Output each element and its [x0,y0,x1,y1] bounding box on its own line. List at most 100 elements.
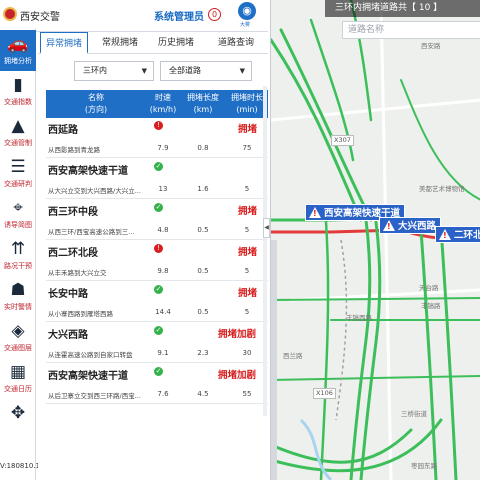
length-value: 0.5 [197,308,209,316]
map-label-museum: 美都艺术博物馆 [419,185,465,193]
road-direction: 从西三环/西宝高速公路到三... [48,228,135,236]
road-direction: 从连霍高速公路到自家口转盘 [48,351,133,359]
map-label-zaoyuan: 枣园东路 [411,462,437,470]
nav-item-7[interactable]: ◈ 交通图层 [0,317,36,358]
nav-item-label: 诱导简图 [4,221,32,229]
ring-select-value: 三环内 [83,66,107,75]
table-row[interactable]: 西安高架快速干道 从后卫寨立交到西三环路/西宝... ✓ 拥堵加剧 7.6 4.5 55 [46,364,268,404]
map-label-x307: X307 [331,135,354,146]
nav-item-1[interactable]: ▮ 交通指数 [0,71,36,112]
nav-item-5[interactable]: ⇈ 路况干预 [0,235,36,276]
nav-item-3[interactable]: ☰ 交通研判 [0,153,36,194]
col-length-unit: (km) [193,105,213,114]
tab-regular-jam[interactable]: 常规拥堵 [96,32,144,54]
road-direction: 从大兴立交到大兴西路/大兴立... [48,187,141,195]
nav-item-label: 交通管制 [4,139,32,147]
map-callout-daxingxilu[interactable]: 大兴西路 [379,217,442,234]
nav-item-label: 交通日历 [4,385,32,393]
nav-item-label: 路况干预 [4,262,32,270]
nav-item-0[interactable]: 🚗 拥堵分析 [0,30,36,71]
map-label-fengcheng: 丰镐路 [421,302,441,310]
traffic-cone-icon: ▲ [11,116,25,136]
road-direction: 从后卫寨立交到西三环路/西宝... [48,392,141,400]
speed-value: 13 [158,185,168,193]
map-road-search-input[interactable]: 道路名称 [342,21,480,39]
congestion-panel: 异常拥堵 常规拥堵 历史拥堵 道路查询 三环内 ▼ 全部道路 ▼ 名称 (方向)… [38,32,268,480]
nav-item-8[interactable]: ▦ 交通日历 [0,358,36,399]
duration-value: 5 [244,308,250,316]
col-duration-unit: (min) [236,105,258,114]
speed-value: 9.8 [157,267,169,275]
nav-item-2[interactable]: ▲ 交通管制 [0,112,36,153]
tab-abnormal-jam[interactable]: 异常拥堵 [40,32,88,54]
power-icon[interactable]: 0 [208,8,221,21]
warning-icon [309,207,321,218]
traffic-map[interactable]: 三环内拥堵道路共【 10 】 道路名称 X307 X106 美都艺术博物馆 丰镐… [270,0,480,480]
map-callout-erhuan-north[interactable]: 二环北段 [435,226,480,243]
table-header: 名称 (方向) 时速 (km/h) 拥堵长度 (km) 拥堵时长 (min) [46,90,268,118]
map-label-sanqiao: 三桥街道 [401,410,427,418]
road-direction: 从西影路到青龙路 [48,146,100,154]
col-duration-label: 拥堵时长 [231,93,263,102]
nav-item-label: 交通图层 [4,344,32,352]
crosshair-icon: ⌖ [13,198,23,218]
chevron-down-icon: ▼ [141,67,147,75]
duration-value: 30 [242,349,252,357]
col-speed: 时速 (km/h) [146,92,180,116]
road-direction: 从丰禾路到大兴立交 [48,269,107,277]
col-name-sub: (方向) [84,105,108,114]
nav-item-label: 实时警情 [4,303,32,311]
table-row[interactable]: 长安中路 从小寨西路到雁塔西路 ✓ 拥堵 14.4 0.5 5 [46,282,268,322]
map-label-fenghe: 丰镐西路 [346,314,372,322]
length-value: 0.5 [197,267,209,275]
road-name: 西三环中段 [48,207,98,218]
duration-value: 55 [242,390,252,398]
panel-collapse-toggle[interactable]: ◀ [263,218,270,238]
alert-icon: ! [154,244,163,253]
table-row[interactable]: 西安高架快速干道 从大兴立交到大兴西路/大兴立... ✓ 13 1.6 5 [46,159,268,199]
police-icon: ☗ [10,280,26,300]
road-type-select[interactable]: 全部道路 ▼ [160,61,252,81]
document-icon: ☰ [10,157,26,177]
col-name-label: 名称 [88,93,104,102]
length-value: 2.3 [197,349,209,357]
layers-icon: ◈ [11,321,25,341]
road-name: 西安高架快速干道 [48,371,128,382]
jam-status: 拥堵 [238,247,258,258]
length-value: 0.5 [197,226,209,234]
weather-label: 大雾 [240,22,251,28]
warning-icon [383,220,395,231]
top-bar: 西安交警 系统管理员 0 ◉ 大雾 [0,0,268,32]
jam-status: 拥堵加剧 [218,370,257,381]
nav-item-6[interactable]: ☗ 实时警情 [0,276,36,317]
nav-item-label: 拥堵分析 [4,57,32,65]
jam-status: 拥堵 [238,124,258,135]
app-root: 西安交警 系统管理员 0 ◉ 大雾 🚗 拥堵分析 ▮ 交通指数 ▲ 交通管制 ☰ 交通研判 ⌖ 诱… [0,0,480,480]
speed-value: 7.9 [157,144,169,152]
road-name: 长安中路 [48,289,88,300]
table-row[interactable]: 大兴西路 从连霍高速公路到自家口转盘 ✓ 拥堵加剧 9.1 2.3 30 [46,323,268,363]
length-value: 0.8 [197,144,209,152]
table-row[interactable]: 西二环北段 从丰禾路到大兴立交! 拥堵 9.8 0.5 5 [46,241,268,281]
admin-user-label[interactable]: 系统管理员 [154,8,204,23]
table-row[interactable]: 西三环中段 从西三环/西宝高速公路到三... ✓ 拥堵 4.8 0.5 5 [46,200,268,240]
speed-value: 9.1 [157,349,169,357]
nav-item-4[interactable]: ⌖ 诱导简图 [0,194,36,235]
road-type-select-value: 全部道路 [169,66,201,75]
length-value: 4.5 [197,390,209,398]
table-row[interactable]: 西延路 从西影路到青龙路! 拥堵 7.9 0.8 75 [46,118,268,158]
tab-history-jam[interactable]: 历史拥堵 [152,32,200,54]
warning-icon [439,229,451,240]
tab-road-query[interactable]: 道路查询 [210,32,262,54]
compass-icon: ✥ [10,403,26,423]
nav-item-9[interactable]: ✥ [0,399,36,440]
map-callout-daxingxilu-label: 大兴西路 [398,221,437,232]
police-badge-icon [3,7,17,21]
list-scrollbar[interactable] [263,86,267,416]
col-length: 拥堵长度 (km) [180,92,226,116]
globe-weather-icon[interactable]: ◉ [238,2,256,20]
length-value: 1.6 [197,185,209,193]
car-icon: 🚗 [7,34,29,54]
ring-select[interactable]: 三环内 ▼ [74,61,154,81]
road-direction: 从小寨西路到雁塔西路 [48,310,113,318]
